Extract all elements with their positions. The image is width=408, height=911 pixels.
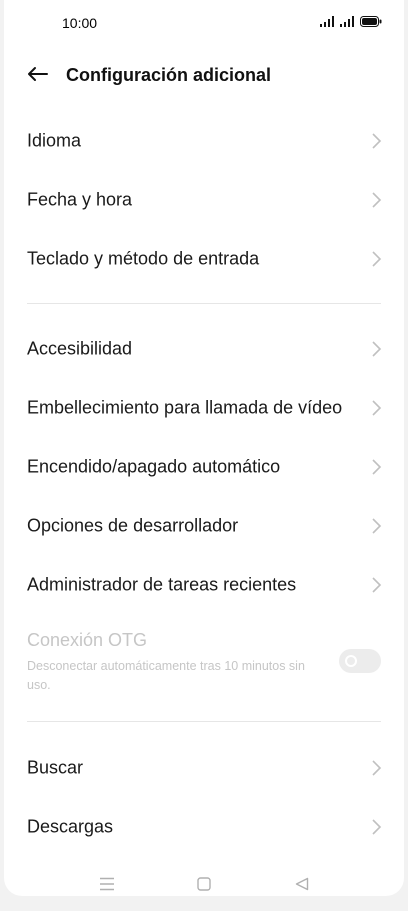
row-tareas-recientes[interactable]: Administrador de tareas recientes <box>4 559 404 611</box>
row-label: Fecha y hora <box>27 189 133 210</box>
status-bar: 10:00 <box>4 0 404 44</box>
status-time: 10:00 <box>62 15 98 31</box>
section-divider <box>27 303 381 304</box>
chevron-right-icon <box>372 400 382 416</box>
page-title: Configuración adicional <box>66 65 272 85</box>
otg-toggle[interactable] <box>339 649 381 673</box>
signal-icon <box>320 14 336 32</box>
chevron-right-icon <box>372 819 382 835</box>
status-icons <box>320 14 382 32</box>
row-opciones-desarrollador[interactable]: Opciones de desarrollador <box>4 500 404 552</box>
row-teclado[interactable]: Teclado y método de entrada <box>4 233 404 285</box>
back-nav-button[interactable] <box>290 874 314 898</box>
battery-icon <box>360 14 382 32</box>
otg-subtitle: Desconectar automáticamente tras 10 minu… <box>27 659 305 692</box>
chevron-right-icon <box>372 341 382 357</box>
section-divider <box>27 721 381 722</box>
row-label: Opciones de desarrollador <box>27 515 239 536</box>
row-embellecimiento[interactable]: Embellecimiento para llamada de vídeo <box>4 382 404 434</box>
row-buscar[interactable]: Buscar <box>4 742 404 794</box>
menu-button[interactable] <box>95 874 119 898</box>
row-label: Teclado y método de entrada <box>27 248 260 269</box>
chevron-right-icon <box>372 518 382 534</box>
row-descargas[interactable]: Descargas <box>4 801 404 853</box>
signal-icon <box>340 14 356 32</box>
menu-icon <box>99 877 115 896</box>
row-encendido-apagado[interactable]: Encendido/apagado automático <box>4 441 404 493</box>
row-label: Idioma <box>27 130 82 151</box>
row-label: Encendido/apagado automático <box>27 456 281 477</box>
row-accesibilidad[interactable]: Accesibilidad <box>4 323 404 375</box>
row-idioma[interactable]: Idioma <box>4 115 404 167</box>
header: Configuración adicional <box>4 56 404 96</box>
row-label: Administrador de tareas recientes <box>27 574 297 595</box>
chevron-right-icon <box>372 577 382 593</box>
navigation-bar <box>4 866 404 906</box>
chevron-right-icon <box>372 133 382 149</box>
back-button[interactable] <box>24 62 52 90</box>
toggle-knob <box>345 655 357 667</box>
arrow-left-icon <box>27 66 49 87</box>
chevron-right-icon <box>372 251 382 267</box>
chevron-right-icon <box>372 459 382 475</box>
chevron-right-icon <box>372 192 382 208</box>
row-label: Buscar <box>27 757 84 778</box>
home-button[interactable] <box>192 874 216 898</box>
back-triangle-icon <box>295 877 309 896</box>
home-icon <box>197 876 211 896</box>
row-label: Descargas <box>27 816 114 837</box>
row-fecha-y-hora[interactable]: Fecha y hora <box>4 174 404 226</box>
chevron-right-icon <box>372 760 382 776</box>
row-label: Accesibilidad <box>27 338 133 359</box>
otg-title: Conexión OTG <box>27 630 148 650</box>
settings-screen: 10:00 Configuración adicional Idioma Fec… <box>4 0 404 896</box>
row-label: Embellecimiento para llamada de vídeo <box>27 397 343 418</box>
